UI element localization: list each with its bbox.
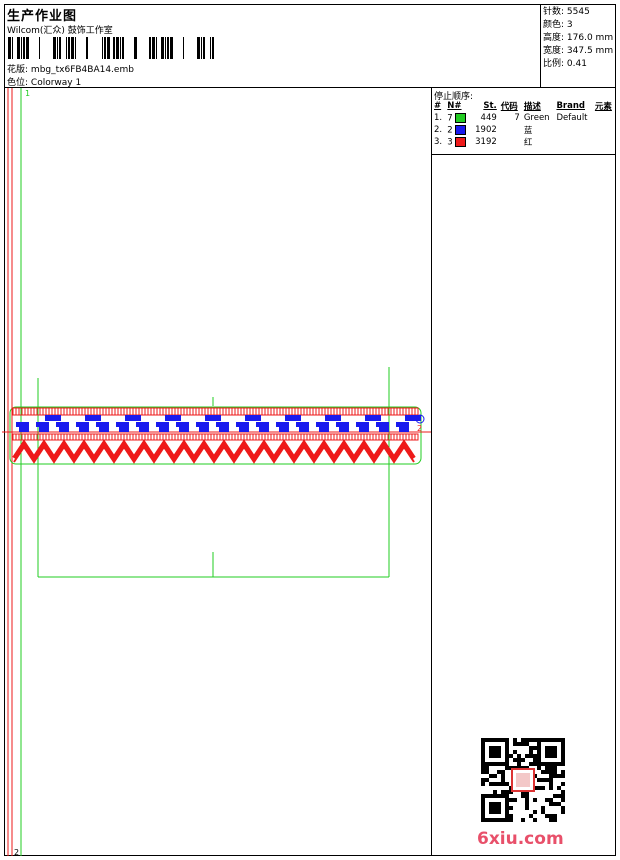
arrow-marker: 2 — [417, 424, 423, 433]
qr-code — [481, 738, 565, 822]
start-marker: 1 — [25, 89, 31, 98]
end-marker: 2 — [14, 848, 20, 857]
design-canvas — [2, 88, 431, 856]
red-zigzag-border — [12, 439, 416, 464]
blue-fill-pattern — [16, 415, 421, 432]
watermark-site: 6xiu.com — [477, 829, 564, 849]
